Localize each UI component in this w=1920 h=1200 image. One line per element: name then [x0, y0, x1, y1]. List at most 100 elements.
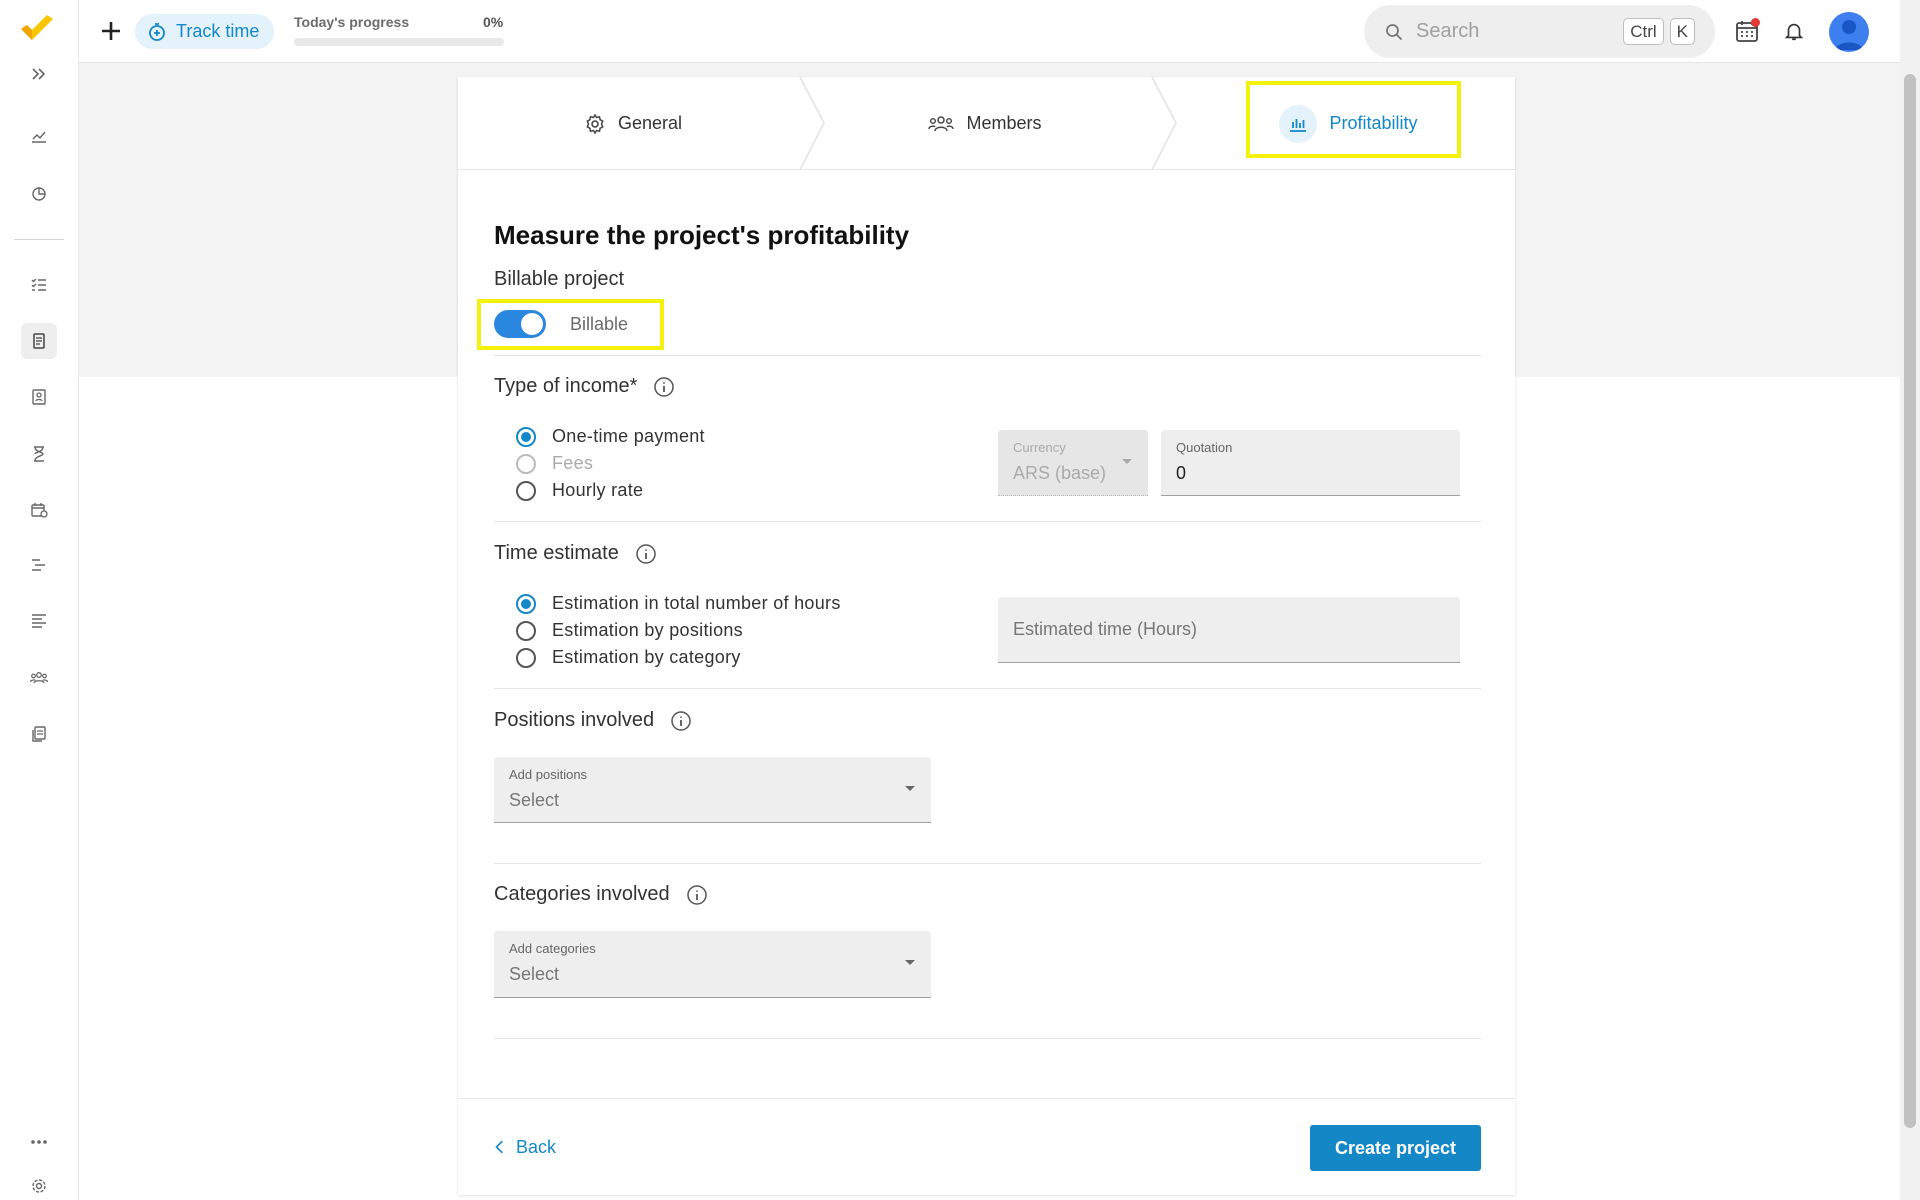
calendar-icon[interactable]	[21, 492, 57, 528]
radio-button[interactable]	[516, 480, 536, 501]
settings-icon[interactable]	[21, 1168, 57, 1200]
chevron-down-icon	[1122, 459, 1132, 464]
back-label: Back	[516, 1136, 557, 1157]
radio-button[interactable]	[516, 453, 536, 474]
scrollbar[interactable]	[1900, 0, 1920, 1200]
search-bar[interactable]: Search Ctrl K	[1364, 5, 1715, 58]
step-members[interactable]: Members	[808, 77, 1162, 170]
step-separator	[1151, 77, 1177, 170]
divider	[494, 355, 1481, 356]
billable-project-label: Billable project	[494, 268, 624, 291]
clients-icon[interactable]	[21, 379, 57, 415]
create-project-button[interactable]: Create project	[1310, 1125, 1481, 1171]
progress-bar	[294, 38, 504, 46]
shortcut-key-ctrl: Ctrl	[1623, 18, 1664, 45]
divider	[494, 1038, 1481, 1039]
calendar-button[interactable]	[1733, 17, 1761, 45]
step-general-label: General	[617, 113, 683, 133]
project-form-card: General Members Profitability Measure th…	[458, 77, 1515, 1195]
positions-field-label: Add positions	[509, 767, 588, 782]
income-option-one-time[interactable]: One-time payment	[516, 426, 705, 447]
quotation-value: 0	[1176, 463, 1187, 483]
reports-icon[interactable]	[21, 176, 57, 212]
team-icon[interactable]	[21, 660, 57, 696]
time-option-label: Estimation by category	[552, 647, 741, 667]
back-button[interactable]: Back	[494, 1127, 556, 1167]
time-option-label: Estimation by positions	[552, 620, 743, 640]
billable-project-label-text: Billable project	[494, 268, 625, 290]
step-members-label: Members	[966, 113, 1042, 133]
search-icon	[1386, 23, 1403, 40]
analytics-icon[interactable]	[21, 118, 57, 154]
currency-select[interactable]: Currency ARS (base)	[998, 430, 1148, 496]
avatar[interactable]	[1829, 12, 1869, 52]
plus-icon	[102, 22, 120, 40]
scrollbar-thumb[interactable]	[1904, 74, 1916, 1128]
projects-icon[interactable]	[21, 323, 57, 359]
sidebar	[0, 0, 79, 1200]
page-title: Measure the project's profitability	[494, 220, 910, 250]
info-icon[interactable]	[686, 884, 708, 906]
income-option-label: One-time payment	[552, 426, 705, 446]
info-icon[interactable]	[635, 543, 657, 565]
progress-value: 0%	[483, 14, 504, 30]
divider	[494, 521, 1481, 522]
info-icon[interactable]	[670, 710, 692, 732]
radio-button[interactable]	[516, 647, 536, 668]
team-icon	[928, 115, 955, 131]
add-button[interactable]	[96, 16, 126, 46]
shortcut-key-k: K	[1669, 18, 1695, 45]
more-icon[interactable]	[21, 1124, 57, 1160]
highlight-box	[477, 299, 664, 350]
track-time-label: Track time	[176, 21, 260, 41]
notifications-button[interactable]	[1780, 17, 1808, 45]
search-placeholder: Search	[1416, 20, 1480, 42]
quotation-field-label: Quotation	[1176, 440, 1233, 455]
list-icon[interactable]	[21, 603, 57, 639]
expand-icon[interactable]	[21, 56, 57, 92]
estimated-time-input[interactable]: Estimated time (Hours)	[998, 597, 1460, 663]
chevron-left-icon	[495, 1140, 503, 1154]
divider	[494, 863, 1481, 864]
gear-icon	[586, 113, 604, 134]
currency-field-label: Currency	[1013, 440, 1066, 455]
track-time-button[interactable]: Track time	[135, 14, 275, 49]
radio-button[interactable]	[516, 426, 536, 447]
chevron-down-icon	[905, 960, 915, 965]
create-project-label: Create project	[1334, 1137, 1457, 1158]
categories-select[interactable]: Add categories Select	[494, 931, 931, 998]
time-estimate-label: Time estimate	[494, 542, 657, 565]
radio-button[interactable]	[516, 593, 536, 614]
tasks-icon[interactable]	[21, 267, 57, 303]
time-option-positions[interactable]: Estimation by positions	[516, 620, 743, 641]
topbar: Track time Today's progress 0% Search Ct…	[79, 0, 1900, 63]
positions-label-text: Positions involved	[494, 709, 655, 731]
time-option-total-hours[interactable]: Estimation in total number of hours	[516, 593, 841, 614]
radio-button[interactable]	[516, 620, 536, 641]
time-option-category[interactable]: Estimation by category	[516, 647, 741, 668]
income-option-fees[interactable]: Fees	[516, 453, 593, 474]
info-icon[interactable]	[653, 376, 675, 398]
bell-icon	[1784, 23, 1804, 41]
time-option-label: Estimation in total number of hours	[552, 593, 841, 613]
categories-placeholder: Select	[509, 964, 560, 984]
quotation-input[interactable]: Quotation 0	[1161, 430, 1460, 496]
chevron-down-icon	[905, 786, 915, 791]
positions-select[interactable]: Add positions Select	[494, 757, 931, 823]
categories-label-text: Categories involved	[494, 883, 670, 905]
income-option-hourly[interactable]: Hourly rate	[516, 480, 643, 501]
sidebar-divider	[14, 239, 64, 240]
income-type-label: Type of income*	[494, 375, 675, 398]
time-estimate-label-text: Time estimate	[494, 542, 619, 564]
gantt-icon[interactable]	[21, 547, 57, 583]
income-type-label-text: Type of income*	[494, 375, 638, 397]
documents-icon[interactable]	[21, 716, 57, 752]
income-option-label: Fees	[552, 453, 594, 473]
footer-divider	[458, 1098, 1515, 1099]
logo-icon[interactable]	[19, 15, 55, 45]
step-general[interactable]: General	[458, 77, 808, 170]
positions-placeholder: Select	[509, 790, 560, 810]
timesheet-icon[interactable]	[21, 436, 57, 472]
income-option-label: Hourly rate	[552, 480, 644, 500]
timer-icon	[149, 22, 165, 41]
